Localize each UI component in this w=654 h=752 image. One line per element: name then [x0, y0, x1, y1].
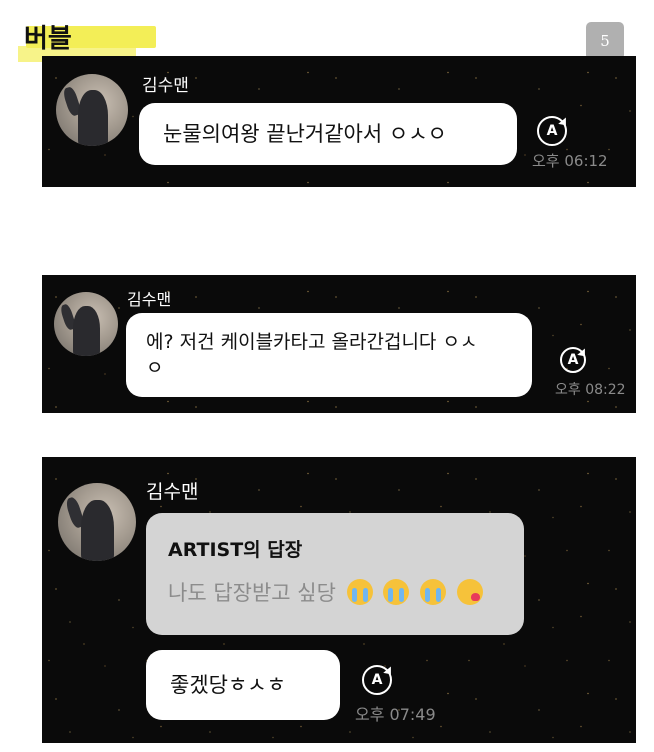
- reply-a-icon[interactable]: A: [362, 665, 392, 695]
- message-bubble[interactable]: 에? 저건 케이블카타고 올라간겁니다 ㅇㅅ ㅇ: [126, 313, 532, 397]
- message-time: 오후 07:49: [355, 705, 436, 724]
- avatar[interactable]: [56, 74, 128, 146]
- artist-reply-quote[interactable]: ARTIST의 답장 나도 답장받고 싶당: [146, 513, 524, 635]
- sender-name: 김수맨: [146, 481, 199, 503]
- crying-face-icon: [419, 579, 446, 605]
- message-text: 눈물의여왕 끝난거같아서 ㅇㅅㅇ: [163, 122, 447, 146]
- kissing-face-icon: [456, 579, 483, 605]
- sender-name: 김수맨: [142, 76, 189, 96]
- chat-screenshot-2: 김수맨 에? 저건 케이블카타고 올라간겁니다 ㅇㅅ ㅇ A 오후 08:22: [42, 275, 636, 413]
- message-time: 오후 08:22: [555, 382, 626, 398]
- reply-a-icon[interactable]: A: [537, 116, 567, 146]
- avatar[interactable]: [58, 483, 136, 561]
- sender-name: 김수맨: [127, 290, 172, 309]
- quote-title: ARTIST의 답장: [168, 539, 303, 561]
- reply-a-icon[interactable]: A: [560, 347, 586, 373]
- page-number-badge: 5: [586, 22, 624, 60]
- message-time: 오후 06:12: [532, 152, 608, 170]
- chat-screenshot-1: 김수맨 눈물의여왕 끝난거같아서 ㅇㅅㅇ A 오후 06:12: [42, 56, 636, 187]
- page-title: 버블: [24, 24, 72, 54]
- crying-face-icon: [346, 579, 373, 605]
- message-text: 좋겠당ㅎㅅㅎ: [170, 673, 286, 697]
- quote-text: 나도 답장받고 싶당: [168, 581, 336, 605]
- message-text-line-1: 에? 저건 케이블카타고 올라간겁니다 ㅇㅅ: [146, 331, 478, 353]
- crying-face-icon: [383, 579, 410, 605]
- message-bubble[interactable]: 눈물의여왕 끝난거같아서 ㅇㅅㅇ: [139, 103, 517, 165]
- chat-screenshot-3: 김수맨 ARTIST의 답장 나도 답장받고 싶당 좋겠당ㅎㅅㅎ A 오후 07…: [42, 457, 636, 743]
- avatar[interactable]: [54, 292, 118, 356]
- quote-text-row: 나도 답장받고 싶당: [168, 577, 483, 607]
- message-bubble[interactable]: 좋겠당ㅎㅅㅎ: [146, 650, 340, 720]
- message-text-line-2: ㅇ: [146, 357, 164, 379]
